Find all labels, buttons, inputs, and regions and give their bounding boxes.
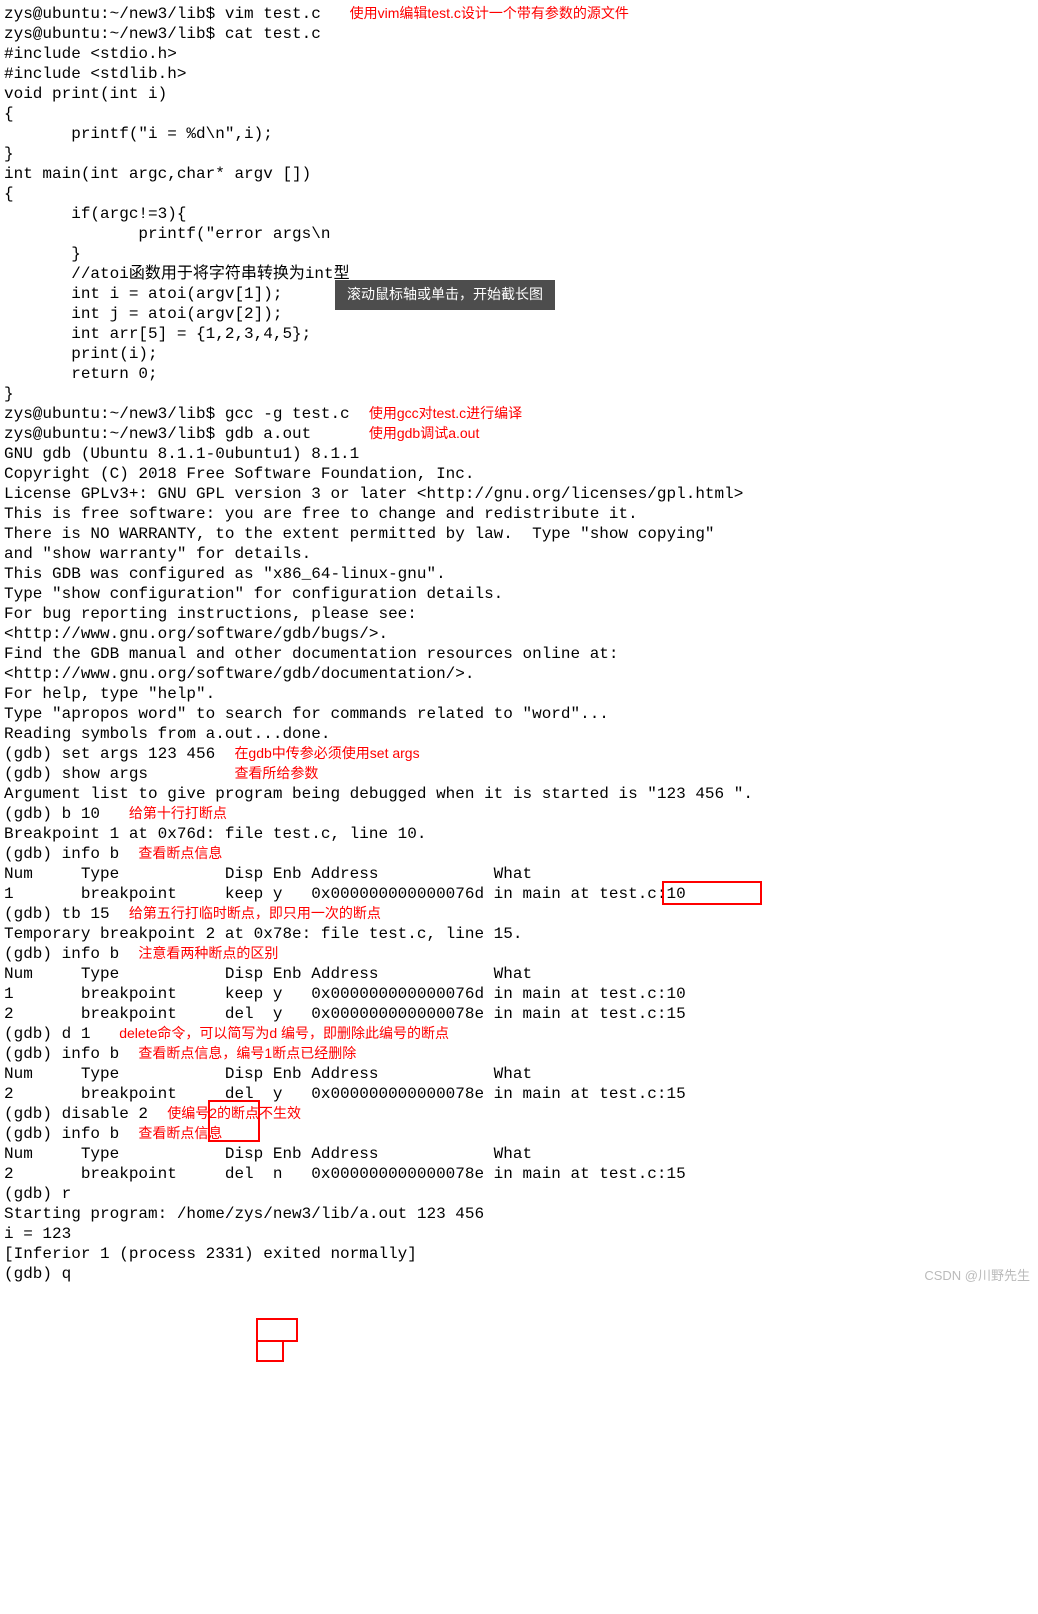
terminal-line: 2 breakpoint del y 0x000000000000078e in… bbox=[4, 1004, 1034, 1024]
terminal-line: i = 123 bbox=[4, 1224, 1034, 1244]
cmd-text: (gdb) info b bbox=[4, 1045, 138, 1063]
highlight-box-enb-n bbox=[256, 1340, 284, 1362]
annotation: 使编号2的断点不生效 bbox=[167, 1105, 301, 1121]
cmd-text: (gdb) tb 15 bbox=[4, 905, 129, 923]
terminal-line: Copyright (C) 2018 Free Software Foundat… bbox=[4, 464, 1034, 484]
terminal-line: (gdb) info b 查看断点信息 bbox=[4, 844, 1034, 864]
terminal-line: int main(int argc,char* argv []) bbox=[4, 164, 1034, 184]
terminal-line: (gdb) show args 查看所给参数 bbox=[4, 764, 1034, 784]
terminal-line: This is free software: you are free to c… bbox=[4, 504, 1034, 524]
watermark: CSDN @川野先生 bbox=[924, 1268, 1030, 1284]
terminal-line: There is NO WARRANTY, to the extent perm… bbox=[4, 524, 1034, 544]
terminal-line: 2 breakpoint del n 0x000000000000078e in… bbox=[4, 1164, 1034, 1184]
cmd-text: (gdb) show args bbox=[4, 765, 234, 783]
terminal-line: Argument list to give program being debu… bbox=[4, 784, 1034, 804]
cmd-text: (gdb) b 10 bbox=[4, 805, 129, 823]
terminal-line: Reading symbols from a.out...done. bbox=[4, 724, 1034, 744]
terminal-line: } bbox=[4, 244, 1034, 264]
screenshot-tooltip[interactable]: 滚动鼠标轴或单击，开始截长图 bbox=[335, 280, 555, 310]
terminal-line: Temporary breakpoint 2 at 0x78e: file te… bbox=[4, 924, 1034, 944]
terminal-line: zys@ubuntu:~/new3/lib$ gcc -g test.c 使用g… bbox=[4, 404, 1034, 424]
terminal-line: #include <stdio.h> bbox=[4, 44, 1034, 64]
annotation: 查看断点信息 bbox=[138, 1125, 222, 1141]
annotation: 使用gdb调试a.out bbox=[369, 425, 480, 441]
terminal-line: 1 breakpoint keep y 0x000000000000076d i… bbox=[4, 984, 1034, 1004]
terminal-line: Starting program: /home/zys/new3/lib/a.o… bbox=[4, 1204, 1034, 1224]
terminal-line: #include <stdlib.h> bbox=[4, 64, 1034, 84]
cmd-text: (gdb) disable 2 bbox=[4, 1105, 167, 1123]
annotation: 查看断点信息 bbox=[138, 845, 222, 861]
terminal-line: (gdb) set args 123 456 在gdb中传参必须使用set ar… bbox=[4, 744, 1034, 764]
terminal-line: zys@ubuntu:~/new3/lib$ cat test.c bbox=[4, 24, 1034, 44]
annotation: 使用gcc对test.c进行编译 bbox=[369, 405, 522, 421]
cmd-text: zys@ubuntu:~/new3/lib$ vim test.c bbox=[4, 5, 350, 23]
terminal-line: For bug reporting instructions, please s… bbox=[4, 604, 1034, 624]
cmd-text: zys@ubuntu:~/new3/lib$ gcc -g test.c bbox=[4, 405, 369, 423]
cmd-text: (gdb) set args 123 456 bbox=[4, 745, 234, 763]
terminal-line: { bbox=[4, 104, 1034, 124]
terminal-line: <http://www.gnu.org/software/gdb/documen… bbox=[4, 664, 1034, 684]
terminal-line: (gdb) info b 查看断点信息，编号1断点已经删除 bbox=[4, 1044, 1034, 1064]
annotation: 注意看两种断点的区别 bbox=[138, 945, 278, 961]
terminal-line: This GDB was configured as "x86_64-linux… bbox=[4, 564, 1034, 584]
terminal-line: 1 breakpoint keep y 0x000000000000076d i… bbox=[4, 884, 1034, 904]
terminal-line: GNU gdb (Ubuntu 8.1.1-0ubuntu1) 8.1.1 bbox=[4, 444, 1034, 464]
terminal-line: and "show warranty" for details. bbox=[4, 544, 1034, 564]
terminal-line: <http://www.gnu.org/software/gdb/bugs/>. bbox=[4, 624, 1034, 644]
annotation: 在gdb中传参必须使用set args bbox=[234, 745, 419, 761]
annotation: 给第五行打临时断点，即只用一次的断点 bbox=[129, 905, 381, 921]
annotation: 给第十行打断点 bbox=[129, 805, 227, 821]
terminal-line: [Inferior 1 (process 2331) exited normal… bbox=[4, 1244, 1034, 1264]
cmd-text: (gdb) d 1 bbox=[4, 1025, 119, 1043]
terminal-line: zys@ubuntu:~/new3/lib$ vim test.c 使用vim编… bbox=[4, 4, 1034, 24]
terminal-line: (gdb) r bbox=[4, 1184, 1034, 1204]
annotation: 查看所给参数 bbox=[234, 765, 318, 781]
terminal-line: Breakpoint 1 at 0x76d: file test.c, line… bbox=[4, 824, 1034, 844]
terminal-line: } bbox=[4, 384, 1034, 404]
terminal-line: zys@ubuntu:~/new3/lib$ gdb a.out 使用gdb调试… bbox=[4, 424, 1034, 444]
terminal-line: Num Type Disp Enb Address What bbox=[4, 1064, 1034, 1084]
cmd-text: (gdb) info b bbox=[4, 1125, 138, 1143]
terminal-line: { bbox=[4, 184, 1034, 204]
terminal-line: return 0; bbox=[4, 364, 1034, 384]
terminal-line: For help, type "help". bbox=[4, 684, 1034, 704]
terminal-line: (gdb) q bbox=[4, 1264, 1034, 1284]
terminal-line: Num Type Disp Enb Address What bbox=[4, 964, 1034, 984]
terminal-line: Type "apropos word" to search for comman… bbox=[4, 704, 1034, 724]
terminal-line: (gdb) tb 15 给第五行打临时断点，即只用一次的断点 bbox=[4, 904, 1034, 924]
terminal-line: (gdb) b 10 给第十行打断点 bbox=[4, 804, 1034, 824]
annotation: delete命令，可以简写为d 编号，即删除此编号的断点 bbox=[119, 1025, 449, 1041]
terminal-line: (gdb) info b 查看断点信息 bbox=[4, 1124, 1034, 1144]
terminal-line: Type "show configuration" for configurat… bbox=[4, 584, 1034, 604]
terminal-line: (gdb) d 1 delete命令，可以简写为d 编号，即删除此编号的断点 bbox=[4, 1024, 1034, 1044]
cmd-text: (gdb) info b bbox=[4, 845, 138, 863]
terminal-output: zys@ubuntu:~/new3/lib$ vim test.c 使用vim编… bbox=[4, 4, 1034, 1284]
highlight-box-enb-header bbox=[256, 1318, 298, 1342]
annotation: 查看断点信息，编号1断点已经删除 bbox=[138, 1045, 356, 1061]
terminal-line: (gdb) disable 2 使编号2的断点不生效 bbox=[4, 1104, 1034, 1124]
terminal-line: Num Type Disp Enb Address What bbox=[4, 864, 1034, 884]
terminal-line: printf("i = %d\n",i); bbox=[4, 124, 1034, 144]
cmd-text: zys@ubuntu:~/new3/lib$ gdb a.out bbox=[4, 425, 369, 443]
terminal-line: printf("error args\n bbox=[4, 224, 1034, 244]
annotation: 使用vim编辑test.c设计一个带有参数的源文件 bbox=[350, 5, 629, 21]
terminal-line: Find the GDB manual and other documentat… bbox=[4, 644, 1034, 664]
terminal-line: } bbox=[4, 144, 1034, 164]
terminal-line: Num Type Disp Enb Address What bbox=[4, 1144, 1034, 1164]
terminal-line: void print(int i) bbox=[4, 84, 1034, 104]
terminal-line: 2 breakpoint del y 0x000000000000078e in… bbox=[4, 1084, 1034, 1104]
terminal-line: print(i); bbox=[4, 344, 1034, 364]
cmd-text: (gdb) info b bbox=[4, 945, 138, 963]
terminal-line: License GPLv3+: GNU GPL version 3 or lat… bbox=[4, 484, 1034, 504]
terminal-line: int arr[5] = {1,2,3,4,5}; bbox=[4, 324, 1034, 344]
terminal-line: if(argc!=3){ bbox=[4, 204, 1034, 224]
terminal-line: (gdb) info b 注意看两种断点的区别 bbox=[4, 944, 1034, 964]
